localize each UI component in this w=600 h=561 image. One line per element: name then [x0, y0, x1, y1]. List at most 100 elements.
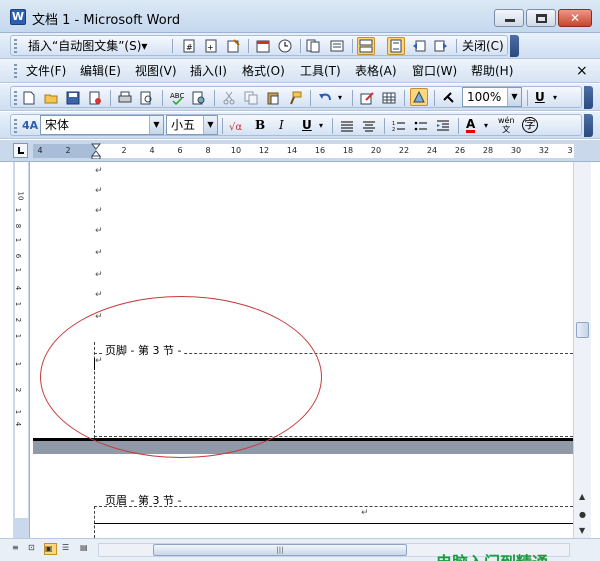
vertical-ruler[interactable]: 10 1 8 1 6 1 4 1 2 1 1 2 1 4 [13, 162, 30, 538]
underline-button[interactable]: U [302, 112, 312, 138]
menu-view[interactable]: 视图(V) [135, 59, 177, 83]
distribute-icon[interactable] [362, 119, 376, 133]
show-previous-icon[interactable] [412, 39, 426, 53]
insert-page-number-icon[interactable]: # [182, 39, 196, 53]
enclose-characters-button[interactable]: 字 [522, 112, 538, 138]
toolbar-overflow-button[interactable] [584, 114, 593, 137]
format-page-number-icon[interactable] [226, 39, 240, 53]
toolbar-grip[interactable] [14, 119, 17, 133]
close-document-icon[interactable]: × [576, 59, 588, 83]
menu-window[interactable]: 窗口(W) [412, 59, 457, 83]
underline-dropdown-icon[interactable]: ▾ [553, 84, 557, 110]
cut-icon[interactable] [222, 91, 236, 105]
permission-icon[interactable] [88, 91, 102, 105]
close-button[interactable]: ✕ [558, 9, 592, 27]
phonetic-guide-button[interactable]: wén 文 [498, 112, 515, 138]
justify-icon[interactable] [340, 119, 354, 133]
switch-header-footer-button[interactable] [387, 37, 405, 55]
bold-button[interactable]: B [255, 112, 265, 138]
toolbar-grip[interactable] [14, 91, 17, 105]
menu-file[interactable]: 文件(F) [26, 59, 66, 83]
numbering-icon[interactable]: 12 [392, 119, 406, 133]
menu-grip[interactable] [14, 64, 17, 78]
paste-icon[interactable] [266, 91, 280, 105]
select-browse-object-icon[interactable]: ● [579, 510, 587, 519]
indent-icon[interactable] [436, 119, 450, 133]
underline-dropdown-icon[interactable]: ▾ [319, 112, 323, 138]
undo-dropdown-icon[interactable]: ▾ [338, 84, 342, 110]
open-folder-icon[interactable] [44, 91, 58, 105]
header-footer-toolbar: 插入“自动图文集”(S)▾ # + 关闭(C) [0, 33, 600, 59]
ruler-tick: 2 [65, 146, 71, 155]
font-color-dropdown-icon[interactable]: ▾ [484, 112, 488, 138]
font-size-dropdown-icon[interactable]: ▼ [203, 116, 217, 134]
insert-hyperlink-icon[interactable] [360, 91, 374, 105]
word-app-icon[interactable]: W [10, 9, 26, 25]
normal-view-icon[interactable]: ≡ [12, 543, 25, 555]
close-header-footer-button[interactable]: 关闭(C) [462, 33, 504, 58]
next-page-icon[interactable]: ▼ [579, 526, 587, 535]
font-name-combo[interactable]: 宋体 ▼ [40, 115, 164, 135]
insert-table-icon[interactable] [382, 91, 396, 105]
drawing-toggle-button[interactable] [410, 88, 428, 106]
print-layout-view-icon[interactable]: ▣ [44, 543, 57, 555]
menu-insert[interactable]: 插入(I) [190, 59, 227, 83]
font-size-combo[interactable]: 小五 ▼ [166, 115, 218, 135]
bullets-icon[interactable] [414, 119, 428, 133]
zoom-dropdown-icon[interactable]: ▼ [507, 88, 521, 106]
insert-autotext-button[interactable]: 插入“自动图文集”(S)▾ [28, 33, 147, 58]
ruler-tick: 2 [121, 146, 127, 155]
menu-format[interactable]: 格式(O) [242, 59, 285, 83]
font-name-dropdown-icon[interactable]: ▼ [149, 116, 163, 134]
menu-table[interactable]: 表格(A) [355, 59, 397, 83]
menu-tools[interactable]: 工具(T) [300, 59, 341, 83]
vruler-tick: 1 [14, 267, 23, 273]
horizontal-scroll-thumb[interactable]: ||| [153, 544, 407, 556]
insert-date-icon[interactable] [256, 39, 270, 53]
research-icon[interactable] [192, 91, 206, 105]
menu-edit[interactable]: 编辑(E) [80, 59, 121, 83]
svg-text:2: 2 [392, 127, 395, 133]
font-color-button[interactable]: A [466, 117, 476, 133]
toolbar-grip[interactable] [14, 39, 17, 53]
insert-time-icon[interactable] [278, 39, 292, 53]
save-icon[interactable] [66, 91, 80, 105]
vertical-scrollbar[interactable]: ▲ ● ▼ [573, 162, 591, 538]
insert-page-count-icon[interactable]: + [204, 39, 218, 53]
new-document-icon[interactable] [22, 91, 36, 105]
styles-formatting-icon[interactable]: 4A [22, 112, 38, 138]
maximize-icon [536, 14, 547, 23]
spelling-icon[interactable]: ABC [170, 91, 184, 105]
page-setup-icon[interactable] [306, 39, 320, 53]
horizontal-ruler[interactable]: 4 2 2 4 6 8 10 12 14 16 18 20 22 24 26 2… [0, 140, 600, 162]
show-hide-text-icon[interactable] [330, 39, 344, 53]
minimize-button[interactable] [494, 9, 524, 27]
underline-button[interactable]: U [535, 84, 545, 110]
equation-icon[interactable]: √α [229, 119, 247, 133]
vruler-tick: 2 [14, 387, 23, 393]
web-layout-view-icon[interactable]: ⊡ [28, 543, 41, 555]
outline-view-icon[interactable]: ☰ [62, 543, 75, 555]
reading-layout-view-icon[interactable]: ▤ [80, 543, 93, 555]
print-icon[interactable] [118, 91, 132, 105]
zoom-combo[interactable]: 100% ▼ [462, 87, 522, 107]
show-hide-marks-icon[interactable] [442, 91, 456, 105]
print-preview-icon[interactable] [140, 91, 154, 105]
ruler-tick: 3 [567, 146, 573, 155]
vertical-scroll-thumb[interactable] [576, 322, 589, 338]
format-painter-icon[interactable] [288, 91, 302, 105]
italic-button[interactable]: I [279, 112, 284, 138]
copy-icon[interactable] [244, 91, 258, 105]
paragraph-mark: ↵ [95, 248, 103, 258]
show-next-icon[interactable] [434, 39, 448, 53]
tab-selector-button[interactable] [13, 143, 28, 158]
undo-icon[interactable] [318, 91, 332, 105]
toolbar-overflow-button[interactable] [584, 86, 593, 109]
same-as-previous-button[interactable] [357, 37, 375, 55]
previous-page-icon[interactable]: ▲ [579, 492, 587, 501]
indent-marker-icon[interactable] [91, 143, 101, 159]
paragraph-mark: ↵ [95, 206, 103, 216]
toolbar-overflow-button[interactable] [510, 35, 519, 57]
menu-help[interactable]: 帮助(H) [471, 59, 513, 83]
maximize-button[interactable] [526, 9, 556, 27]
